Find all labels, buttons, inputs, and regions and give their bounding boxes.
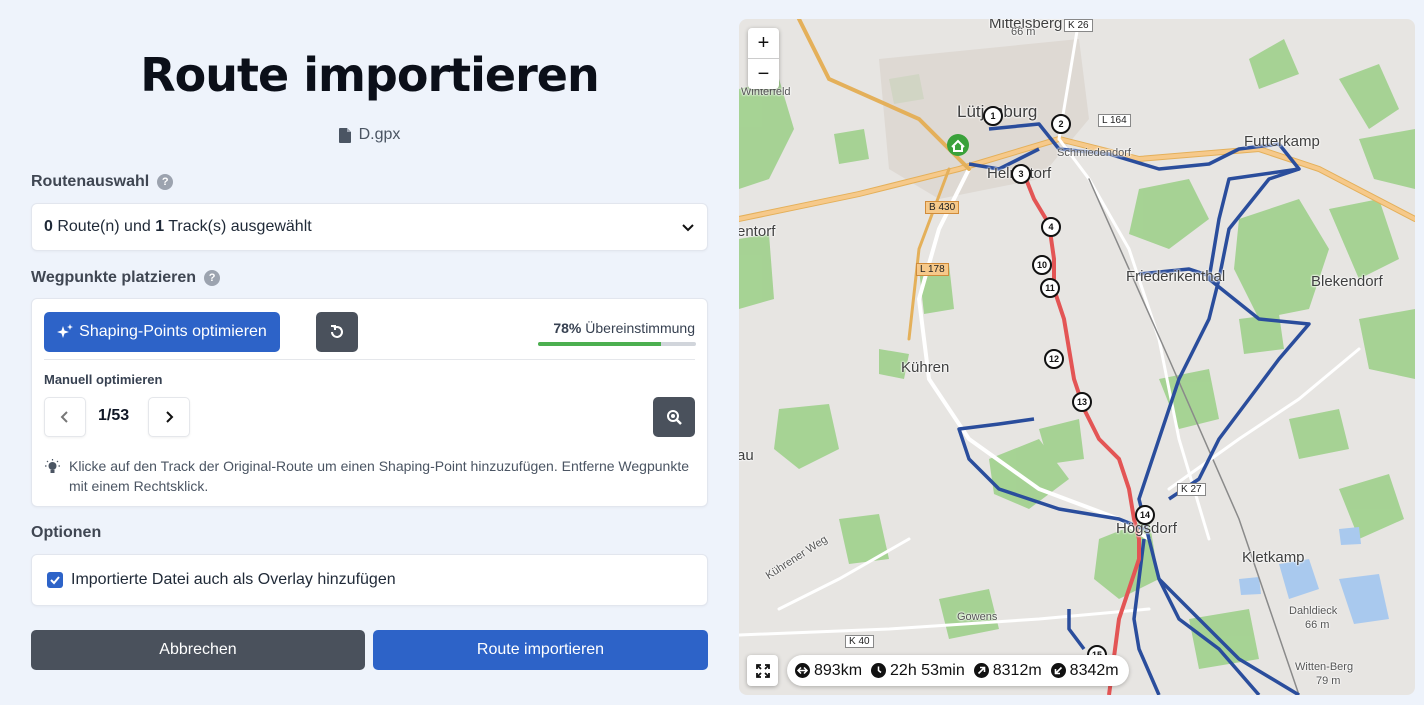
undo-icon <box>331 325 343 338</box>
lightbulb-icon <box>45 459 60 473</box>
road-label: K 40 <box>845 635 874 648</box>
magnifier-icon <box>667 410 682 425</box>
tip: Klicke auf den Track der Original-Route … <box>44 456 695 496</box>
map-base <box>739 19 1415 695</box>
chevron-right-icon <box>166 411 174 423</box>
route-stats: 893km 22h 53min 8312m 8342m <box>787 655 1129 686</box>
file-name: D.gpx <box>358 126 401 143</box>
options-label: Optionen <box>31 524 102 541</box>
overlay-checkbox[interactable] <box>47 572 63 588</box>
tip-text: Klicke auf den Track der Original-Route … <box>69 458 689 494</box>
route-select-dropdown[interactable]: 0 Route(n) und 1 Track(s) ausgewählt <box>31 203 708 251</box>
distance-stat: 893km <box>795 662 862 680</box>
map[interactable]: Mittelsberg 66 m Winterfeld Lütjenburg S… <box>739 19 1415 695</box>
elevation-label: 66 m <box>1305 619 1330 631</box>
overlay-checkbox-label: Importierte Datei auch als Overlay hinzu… <box>71 571 396 588</box>
place-label: Kühren <box>901 359 950 376</box>
duration-stat: 22h 53min <box>871 662 965 680</box>
distance-icon <box>795 663 810 678</box>
expand-icon <box>755 663 770 678</box>
place-label: Witten-Berg <box>1295 661 1354 673</box>
road-label: L 164 <box>1098 114 1131 127</box>
descent-stat: 8342m <box>1050 662 1119 680</box>
cancel-button[interactable]: Abbrechen <box>31 630 365 670</box>
road-label: B 430 <box>925 201 960 214</box>
help-icon[interactable]: ? <box>204 270 221 286</box>
point-counter: 1/53 <box>98 407 130 424</box>
overlay-option[interactable]: Importierte Datei auch als Overlay hinzu… <box>31 554 708 606</box>
zoom-in-button[interactable]: + <box>748 28 779 58</box>
road-label: K 27 <box>1177 483 1206 496</box>
place-label: Gowens <box>957 611 998 623</box>
route-selection-label: Routenauswahl ? <box>31 173 174 191</box>
manual-optimize-label: Manuell optimieren <box>44 372 163 387</box>
reset-button[interactable] <box>316 312 358 352</box>
match-progress-fill <box>538 342 662 346</box>
match-info: 78% Übereinstimmung <box>553 320 695 336</box>
check-icon <box>50 576 60 585</box>
waypoint-marker[interactable]: 10 <box>1032 255 1052 275</box>
waypoint-marker[interactable]: 2 <box>1051 114 1071 134</box>
place-label: Futterkamp <box>1244 133 1320 150</box>
place-label: Blekendorf <box>1311 273 1383 290</box>
road-label: K 26 <box>1064 19 1093 32</box>
chevron-down-icon <box>682 224 694 232</box>
road-label: L 178 <box>916 263 949 276</box>
waypoint-marker[interactable]: 3 <box>1011 164 1031 184</box>
ascent-stat: 8312m <box>973 662 1042 680</box>
import-panel: Route importieren D.gpx Routenauswahl ? … <box>31 0 708 705</box>
zoom-to-point-button[interactable] <box>653 397 695 437</box>
page-title: Route importieren <box>140 48 599 102</box>
place-label: Schmiedendorf <box>1057 147 1131 159</box>
waypoint-marker[interactable]: 1 <box>983 106 1003 126</box>
place-label: Dahldieck <box>1289 605 1338 617</box>
waypoint-marker[interactable]: 14 <box>1135 505 1155 525</box>
waypoint-marker[interactable]: 4 <box>1041 217 1061 237</box>
help-icon[interactable]: ? <box>157 174 174 190</box>
chevron-left-icon <box>60 411 68 423</box>
waypoints-card: Shaping-Points optimieren 78% Übereinsti… <box>31 298 708 507</box>
place-label: au <box>739 447 754 464</box>
clock-icon <box>871 663 887 678</box>
fullscreen-button[interactable] <box>747 655 778 686</box>
file-icon <box>338 127 351 143</box>
arrow-down-left-icon <box>1050 663 1066 678</box>
sparkle-icon <box>57 324 74 338</box>
divider <box>44 359 695 360</box>
place-label: Kletkamp <box>1242 549 1305 566</box>
waypoint-marker[interactable]: 12 <box>1044 349 1064 369</box>
zoom-out-button[interactable]: − <box>748 59 779 89</box>
optimize-shaping-points-button[interactable]: Shaping-Points optimieren <box>44 312 280 352</box>
waypoint-marker[interactable]: 11 <box>1040 278 1060 298</box>
waypoints-label: Wegpunkte platzieren ? <box>31 269 221 287</box>
place-label: entorf <box>739 223 776 240</box>
waypoint-marker[interactable]: 13 <box>1072 392 1092 412</box>
elevation-label: 79 m <box>1316 675 1341 687</box>
previous-point-button[interactable] <box>44 397 86 437</box>
arrow-up-right-icon <box>973 663 989 678</box>
next-point-button[interactable] <box>148 397 190 437</box>
place-label: Friederikenthal <box>1126 268 1226 285</box>
elevation-label: 66 m <box>1011 26 1036 38</box>
match-progress-bar <box>538 342 696 346</box>
zoom-control: + − <box>748 28 779 89</box>
import-route-button[interactable]: Route importieren <box>373 630 708 670</box>
file-info: D.gpx <box>31 126 708 144</box>
